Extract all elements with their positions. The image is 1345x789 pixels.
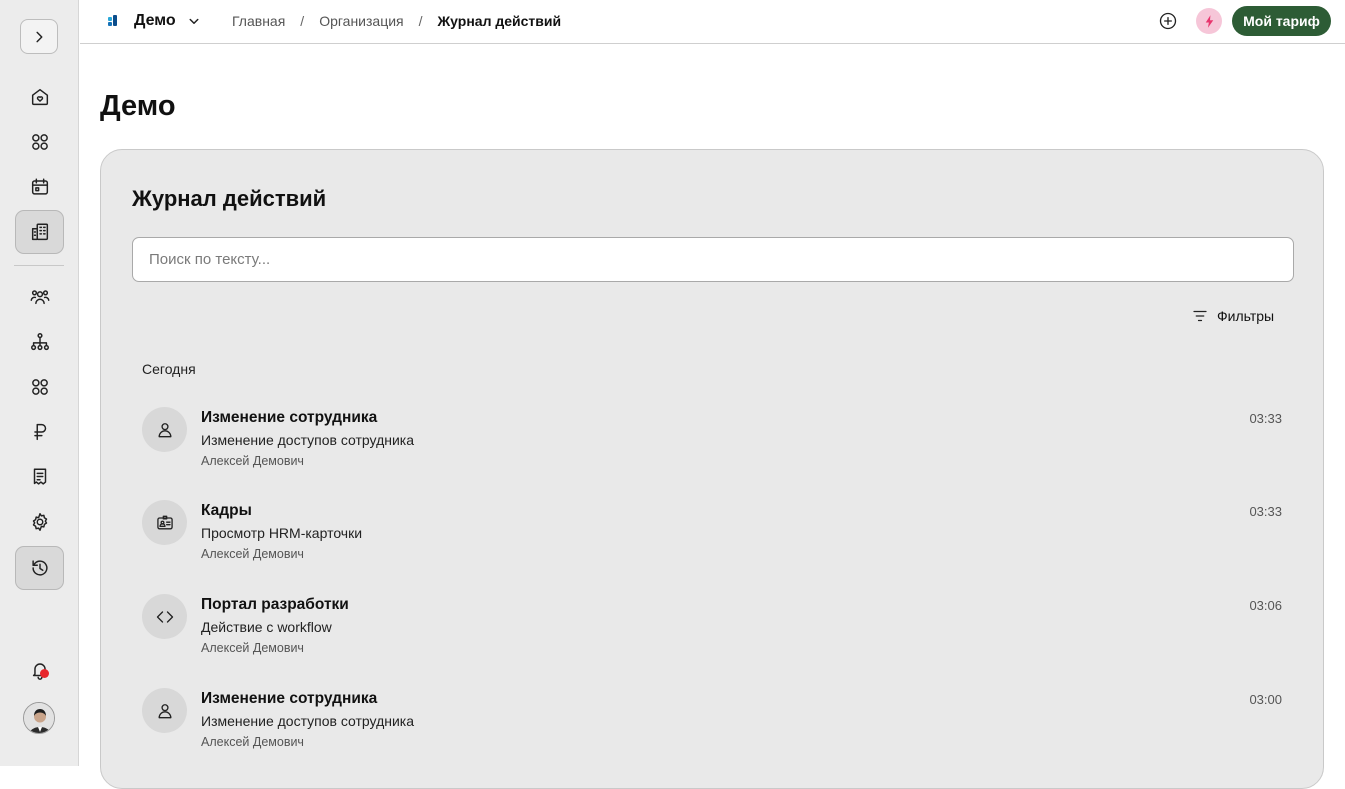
- filters-button[interactable]: Фильтры: [1191, 307, 1274, 325]
- sidebar-item-history[interactable]: [15, 546, 64, 590]
- log-entry[interactable]: Изменение сотрудника Изменение доступов …: [142, 688, 1282, 768]
- date-group-label: Сегодня: [142, 361, 196, 377]
- entry-icon-wrap: [142, 594, 187, 639]
- search-input[interactable]: [132, 237, 1294, 282]
- entry-description: Изменение доступов сотрудника: [201, 713, 415, 729]
- grid-icon: [31, 134, 48, 150]
- filters-label: Фильтры: [1217, 308, 1275, 324]
- ruble-icon: [33, 423, 46, 441]
- sidebar-item-apps[interactable]: [15, 120, 64, 164]
- notification-badge: [40, 669, 49, 678]
- entry-icon-wrap: [142, 688, 187, 733]
- breadcrumb: Главная / Организация / Журнал действий: [232, 13, 561, 29]
- add-circle-icon[interactable]: [1158, 11, 1178, 31]
- id-card-icon: [156, 515, 173, 529]
- sidebar-item-home[interactable]: [15, 75, 64, 119]
- my-plan-button[interactable]: Мой тариф: [1232, 6, 1331, 36]
- building-icon: [31, 223, 48, 241]
- log-entry[interactable]: Изменение сотрудника Изменение доступов …: [142, 407, 1282, 487]
- log-entry[interactable]: Портал разработки Действие с workflow Ал…: [142, 594, 1282, 674]
- grid-icon: [31, 379, 48, 395]
- breadcrumb-home[interactable]: Главная: [232, 13, 285, 29]
- entry-title: Изменение сотрудника: [201, 409, 378, 426]
- top-bar: Демо Главная / Организация / Журнал дейс…: [80, 0, 1345, 44]
- user-icon: [158, 422, 171, 437]
- entry-time: 03:06: [1249, 598, 1282, 613]
- user-icon: [158, 703, 171, 718]
- breadcrumb-separator: /: [300, 13, 305, 29]
- users-icon: [30, 290, 49, 305]
- entry-icon-wrap: [142, 407, 187, 452]
- avatar[interactable]: [23, 702, 55, 734]
- boost-button[interactable]: [1196, 8, 1222, 34]
- breadcrumb-separator: /: [418, 13, 423, 29]
- entry-title: Кадры: [201, 502, 252, 519]
- history-icon: [31, 560, 48, 576]
- entry-description: Изменение доступов сотрудника: [201, 432, 415, 448]
- sidebar-toggle-button[interactable]: [20, 19, 58, 54]
- org-logo-icon: [108, 15, 118, 27]
- sidebar-item-structure[interactable]: [15, 320, 64, 364]
- entry-user: Алексей Демович: [201, 641, 304, 655]
- sidebar-divider: [14, 265, 64, 266]
- sidebar-item-documents[interactable]: [15, 455, 64, 499]
- org-switcher[interactable]: Демо: [108, 12, 203, 30]
- entry-time: 03:33: [1249, 411, 1282, 426]
- sidebar: [0, 0, 79, 766]
- activity-log-card: Журнал действий Фильтры Сегодня Изменени…: [100, 149, 1324, 789]
- entry-icon-wrap: [142, 500, 187, 545]
- sidebar-item-organization[interactable]: [15, 210, 64, 254]
- chevron-down-icon: [189, 18, 199, 24]
- log-entry[interactable]: Кадры Просмотр HRM-карточки Алексей Демо…: [142, 500, 1282, 580]
- entry-title: Изменение сотрудника: [201, 690, 378, 707]
- entry-time: 03:33: [1249, 504, 1282, 519]
- gear-icon: [32, 513, 47, 531]
- entry-description: Действие с workflow: [201, 619, 332, 635]
- chevron-right-icon: [36, 31, 43, 42]
- filter-icon: [1193, 310, 1207, 322]
- sidebar-item-modules[interactable]: [15, 365, 64, 409]
- breadcrumb-organization[interactable]: Организация: [319, 13, 403, 29]
- sidebar-item-notifications[interactable]: [15, 648, 64, 692]
- entry-time: 03:00: [1249, 692, 1282, 707]
- entry-user: Алексей Демович: [201, 454, 304, 468]
- entry-title: Портал разработки: [201, 596, 349, 613]
- breadcrumb-current: Журнал действий: [437, 13, 562, 29]
- sidebar-item-calendar[interactable]: [15, 165, 64, 209]
- entry-user: Алексей Демович: [201, 547, 304, 561]
- home-heart-icon: [31, 88, 48, 106]
- card-title: Журнал действий: [132, 186, 327, 211]
- user-avatar-icon: [24, 703, 54, 733]
- sidebar-item-finance[interactable]: [15, 410, 64, 454]
- org-structure-icon: [30, 333, 49, 351]
- entry-description: Просмотр HRM-карточки: [201, 525, 363, 541]
- entry-user: Алексей Демович: [201, 735, 304, 749]
- page-title: Демо: [100, 90, 176, 122]
- lightning-icon: [1205, 14, 1213, 28]
- sidebar-item-settings[interactable]: [15, 500, 64, 544]
- receipt-icon: [33, 468, 46, 485]
- code-icon: [156, 610, 173, 623]
- sidebar-item-users[interactable]: [15, 275, 64, 319]
- calendar-icon: [31, 178, 48, 195]
- org-name: Демо: [134, 12, 176, 29]
